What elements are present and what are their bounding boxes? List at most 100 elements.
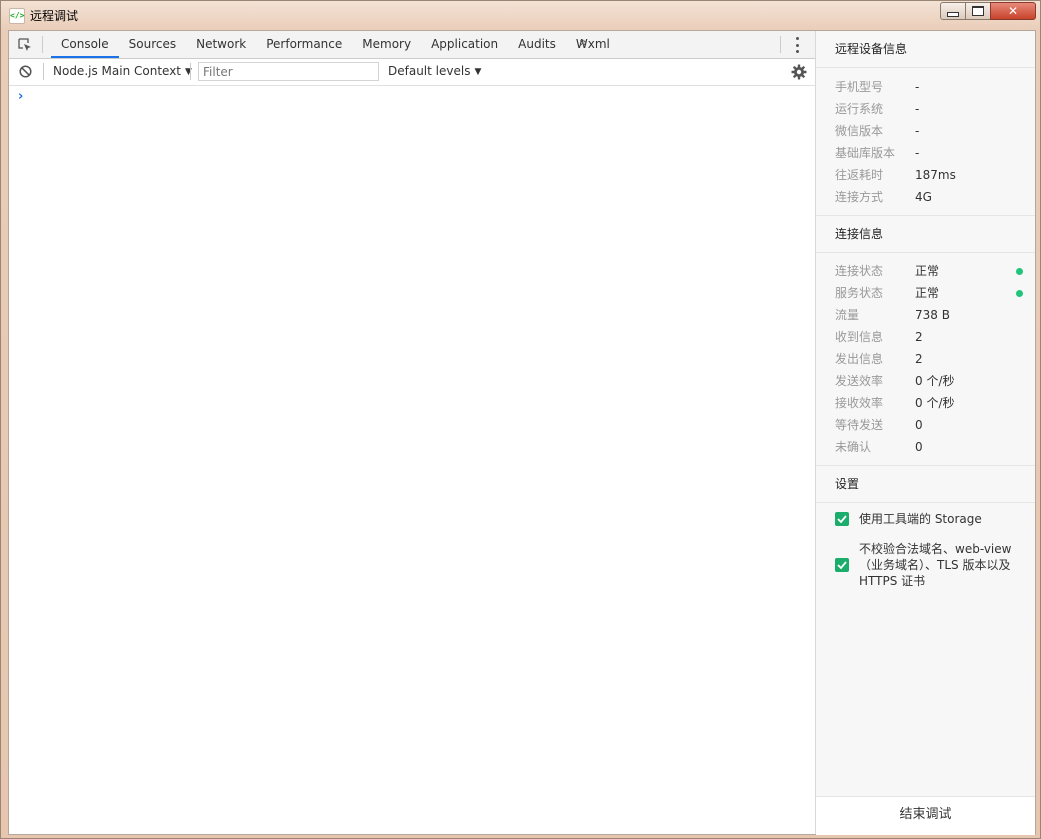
devtools-tabs: Console Sources Network Performance Memory Ap… [51, 31, 620, 58]
maximize-icon [972, 6, 984, 16]
remote-info-sidebar: 远程设备信息 手机型号 - 运行系统 - 微信版本 - 基础库版本 - 往返耗时 187ms 连接方… [816, 31, 1035, 835]
info-value: 2 [915, 352, 923, 366]
window-title: 远程调试 [30, 9, 79, 23]
tab-memory[interactable]: Memory [352, 31, 421, 58]
window-client: Console Sources Network Performance Memory Ap… [8, 30, 1036, 835]
info-label: 基础库版本 [835, 146, 896, 160]
info-row: 未确认 0 [835, 436, 1025, 458]
setting-checkbox[interactable] [835, 512, 849, 526]
toolbar-divider [42, 36, 43, 53]
setting-checkbox[interactable] [835, 558, 849, 572]
info-row: 连接状态 正常 [835, 260, 1025, 282]
remote-debug-window: </> 远程调试 ✕ Console Sources Network Performa… [0, 0, 1041, 839]
inspect-element-icon[interactable] [18, 38, 32, 52]
info-value: - [915, 80, 920, 94]
info-row: 流量 738 B [835, 304, 1025, 326]
info-row: 服务状态 正常 [835, 282, 1025, 304]
info-value: 0 [915, 440, 923, 454]
info-value: 正常 [915, 286, 940, 300]
minimize-button[interactable] [940, 2, 966, 20]
clear-console-icon[interactable] [19, 65, 32, 78]
info-value: - [915, 124, 920, 138]
checkmark-icon [837, 515, 847, 523]
checkmark-icon [837, 561, 847, 569]
console-toolbar: Node.js Main Context▼ Default levels▼ [9, 59, 815, 86]
info-row: 收到信息 2 [835, 326, 1025, 348]
more-tabs-button[interactable]: » [579, 35, 588, 51]
info-label: 收到信息 [835, 330, 884, 344]
end-debug-button[interactable]: 结束调试 [816, 796, 1035, 835]
info-label: 流量 [835, 308, 860, 322]
info-label: 发送效率 [835, 374, 884, 388]
tab-audits[interactable]: Audits [508, 31, 566, 58]
code-brackets-icon: </> [9, 8, 25, 24]
info-row: 接收效率 0 个/秒 [835, 392, 1025, 414]
info-label: 运行系统 [835, 102, 884, 116]
info-value: 0 个/秒 [915, 396, 955, 410]
tab-sources[interactable]: Sources [119, 31, 186, 58]
gear-icon[interactable] [791, 64, 807, 80]
filter-input[interactable] [198, 62, 379, 81]
console-prompt[interactable]: › [18, 89, 23, 104]
info-value: 187ms [915, 168, 956, 182]
log-levels-label: Default levels [388, 64, 471, 78]
console-output[interactable] [9, 86, 815, 834]
context-select[interactable]: Node.js Main Context ▼ [53, 64, 192, 78]
info-label: 发出信息 [835, 352, 884, 366]
tab-wxml[interactable]: Wxml [566, 31, 620, 58]
info-row: 基础库版本 - [835, 142, 1025, 164]
info-label: 手机型号 [835, 80, 884, 94]
log-levels-select[interactable]: Default levels ▼ [388, 64, 481, 78]
info-row: 连接方式 4G [835, 186, 1025, 208]
info-label: 未确认 [835, 440, 872, 454]
toolbar-divider [43, 63, 44, 80]
setting-label[interactable]: 不校验合法域名、web-view（业务域名）、TLS 版本以及 HTTPS 证书 [859, 541, 1021, 589]
more-options-icon[interactable] [795, 37, 799, 53]
toolbar-divider [780, 36, 781, 53]
tab-console[interactable]: Console [51, 31, 119, 58]
minimize-icon [947, 11, 959, 17]
info-value: 0 个/秒 [915, 374, 955, 388]
info-row: 发送效率 0 个/秒 [835, 370, 1025, 392]
info-label: 服务状态 [835, 286, 884, 300]
close-icon: ✕ [1007, 4, 1019, 18]
tab-network[interactable]: Network [186, 31, 256, 58]
info-label: 连接方式 [835, 190, 884, 204]
connection-info-heading: 连接信息 [816, 216, 1035, 253]
info-value: 正常 [915, 264, 940, 278]
tab-application[interactable]: Application [421, 31, 508, 58]
devtools-tab-bar: Console Sources Network Performance Memory Ap… [9, 31, 815, 59]
dropdown-arrow-icon: ▼ [474, 67, 482, 77]
status-ok-dot-icon [1016, 268, 1023, 275]
info-label: 连接状态 [835, 264, 884, 278]
info-row: 微信版本 - [835, 120, 1025, 142]
info-row: 发出信息 2 [835, 348, 1025, 370]
window-controls: ✕ [940, 2, 1036, 20]
info-row: 等待发送 0 [835, 414, 1025, 436]
info-value: 2 [915, 330, 923, 344]
info-label: 接收效率 [835, 396, 884, 410]
setting-row: 使用工具端的 Storage [835, 511, 1025, 527]
title-bar[interactable]: </> 远程调试 ✕ [1, 1, 1040, 29]
info-label: 等待发送 [835, 418, 884, 432]
info-label: 微信版本 [835, 124, 884, 138]
maximize-button[interactable] [965, 2, 991, 20]
close-button[interactable]: ✕ [990, 2, 1036, 20]
info-row: 往返耗时 187ms [835, 164, 1025, 186]
info-value: 0 [915, 418, 923, 432]
devtools-panel: Console Sources Network Performance Memory Ap… [9, 31, 816, 834]
settings-heading: 设置 [816, 466, 1035, 503]
setting-label[interactable]: 使用工具端的 Storage [859, 511, 1021, 527]
info-value: 4G [915, 190, 932, 204]
setting-row: 不校验合法域名、web-view（业务域名）、TLS 版本以及 HTTPS 证书 [835, 541, 1025, 589]
info-value: - [915, 102, 920, 116]
device-info-heading: 远程设备信息 [816, 31, 1035, 68]
info-row: 手机型号 - [835, 76, 1025, 98]
info-row: 运行系统 - [835, 98, 1025, 120]
toolbar-divider [190, 63, 191, 80]
info-value: 738 B [915, 308, 950, 322]
status-ok-dot-icon [1016, 290, 1023, 297]
context-label: Node.js Main Context [53, 64, 182, 78]
tab-performance[interactable]: Performance [256, 31, 352, 58]
info-label: 往返耗时 [835, 168, 884, 182]
